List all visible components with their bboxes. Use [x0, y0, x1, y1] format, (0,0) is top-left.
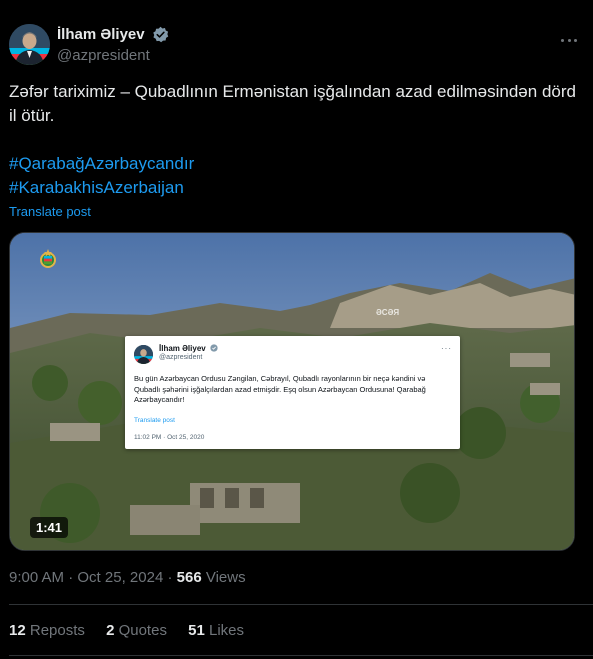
quotes-count: 2 [106, 622, 115, 639]
views-label: Views [205, 569, 246, 586]
video-player[interactable]: ƏСƏЯ İlham Əliyev @azpresident ··· Bu gü… [9, 232, 575, 551]
post-time[interactable]: 9:00 AM [9, 569, 64, 586]
verified-badge-icon [210, 344, 218, 352]
quotes-label: Quotes [118, 622, 167, 639]
meta-separator: · [68, 569, 74, 586]
hashtag-list: #QarabağAzərbaycandır #KarabakhisAzerbai… [9, 152, 194, 200]
engagement-stats: 12 Reposts 2 Quotes 51 Likes [9, 622, 261, 639]
verified-badge-icon [153, 27, 169, 43]
hashtag-link[interactable]: #QarabağAzərbaycandır [9, 152, 194, 176]
reposts-stat[interactable]: 12 Reposts [9, 622, 85, 639]
divider [9, 604, 593, 605]
post-meta: 9:00 AM · Oct 25, 2024 · 566 Views [9, 569, 246, 586]
author-names: İlham Əliyev @azpresident [57, 26, 169, 64]
embedded-post-text: Bu gün Azərbaycan Ordusu Zəngilan, Cəbra… [134, 374, 426, 404]
post-date[interactable]: Oct 25, 2024 [77, 569, 163, 586]
quotes-stat[interactable]: 2 Quotes [106, 622, 167, 639]
state-emblem-icon [40, 249, 56, 268]
embedded-post-card: İlham Əliyev @azpresident ··· Bu gün Azə… [125, 336, 460, 449]
meta-separator: · [167, 569, 173, 586]
reposts-count: 12 [9, 622, 26, 639]
embedded-author-name: İlham Əliyev [159, 344, 218, 353]
divider [9, 655, 593, 656]
likes-stat[interactable]: 51 Likes [188, 622, 244, 639]
embedded-author-handle: @azpresident [159, 354, 203, 361]
embedded-author-name-text: İlham Əliyev [159, 344, 206, 353]
tweet-header: İlham Əliyev @azpresident [9, 24, 579, 68]
likes-label: Likes [208, 622, 245, 639]
avatar[interactable] [9, 24, 50, 65]
embedded-timestamp: 11:02 PM · Oct 25, 2020 [134, 434, 205, 441]
more-options-icon: ··· [441, 344, 452, 353]
more-options-icon[interactable] [559, 30, 579, 50]
hashtag-link[interactable]: #KarabakhisAzerbaijan [9, 176, 194, 200]
author-display-name[interactable]: İlham Əliyev [57, 26, 145, 43]
tweet-text: Zəfər tariximiz – Qubadlının Ermənistan … [9, 82, 576, 125]
author-handle[interactable]: @azpresident [57, 47, 169, 64]
views-count: 566 [176, 569, 202, 586]
tweet: İlham Əliyev @azpresident Zəfər tariximi… [0, 0, 593, 659]
hillside-text: ƏСƏЯ [376, 308, 399, 317]
embedded-translate-label: Translate post [134, 417, 175, 424]
likes-count: 51 [188, 622, 205, 639]
embedded-avatar [134, 345, 153, 364]
reposts-label: Reposts [29, 622, 85, 639]
video-duration-badge: 1:41 [30, 517, 69, 538]
translate-post-link[interactable]: Translate post [9, 204, 91, 219]
